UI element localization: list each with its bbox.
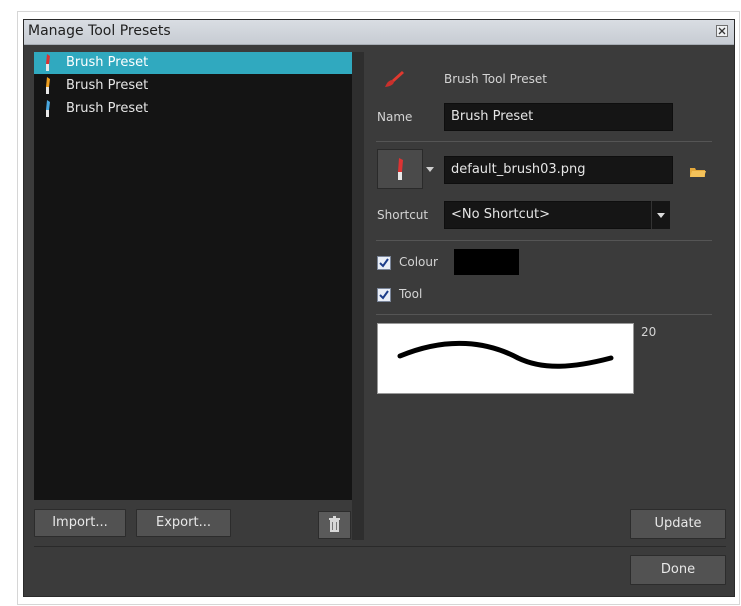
close-button[interactable]: [716, 25, 728, 37]
brush-red-icon: [46, 54, 50, 71]
close-icon: [718, 27, 726, 35]
brush-orange-icon: [46, 77, 50, 94]
name-label: Name: [377, 110, 413, 124]
export-button[interactable]: Export...: [136, 509, 231, 537]
shortcut-label: Shortcut: [377, 208, 429, 222]
colour-checkbox[interactable]: [377, 256, 391, 270]
titlebar: Manage Tool Presets: [24, 20, 734, 45]
checkmark-icon: [379, 258, 389, 268]
done-button[interactable]: Done: [630, 555, 726, 585]
chevron-down-icon[interactable]: [426, 167, 434, 172]
name-field[interactable]: Brush Preset: [444, 103, 673, 131]
brush-blue-icon: [46, 100, 50, 117]
tool-label: Tool: [399, 287, 423, 301]
chevron-down-icon: [657, 213, 665, 218]
delete-preset-button[interactable]: [318, 511, 351, 539]
colour-swatch[interactable]: [454, 249, 519, 275]
divider: [376, 141, 712, 142]
preset-list[interactable]: Brush Preset Brush Preset Brush Preset: [34, 52, 352, 500]
preset-label: Brush Preset: [66, 101, 149, 116]
import-button[interactable]: Import...: [34, 509, 126, 537]
preset-list-item[interactable]: Brush Preset: [34, 75, 352, 97]
brush-tip-icon: [398, 158, 403, 180]
brush-size-value: 20: [641, 325, 657, 339]
stroke-preview: [377, 323, 634, 394]
tool-checkbox[interactable]: [377, 288, 391, 302]
brush-tip-file-field[interactable]: default_brush03.png: [444, 156, 673, 184]
preset-list-item[interactable]: Brush Preset: [34, 98, 352, 120]
trash-icon: [329, 516, 340, 532]
preset-label: Brush Preset: [66, 55, 149, 70]
footer-divider: [34, 546, 726, 547]
divider: [376, 240, 712, 241]
preset-list-item[interactable]: Brush Preset: [34, 52, 352, 74]
update-button[interactable]: Update: [630, 509, 726, 539]
window-title: Manage Tool Presets: [28, 23, 171, 39]
list-scrollbar[interactable]: [352, 52, 364, 540]
checkmark-icon: [379, 290, 389, 300]
preset-label: Brush Preset: [66, 78, 149, 93]
folder-open-icon[interactable]: [689, 166, 707, 178]
brush-tool-icon: [385, 71, 404, 87]
manage-tool-presets-dialog: Manage Tool Presets Brush Preset Brush P…: [23, 19, 735, 597]
colour-label: Colour: [399, 255, 438, 269]
shortcut-select[interactable]: <No Shortcut>: [444, 201, 652, 229]
shortcut-dropdown-button[interactable]: [651, 201, 670, 229]
stroke-preview-graphic: [397, 340, 614, 369]
divider: [376, 314, 712, 315]
brush-tip-button[interactable]: [377, 149, 423, 189]
preset-type-label: Brush Tool Preset: [444, 72, 547, 86]
